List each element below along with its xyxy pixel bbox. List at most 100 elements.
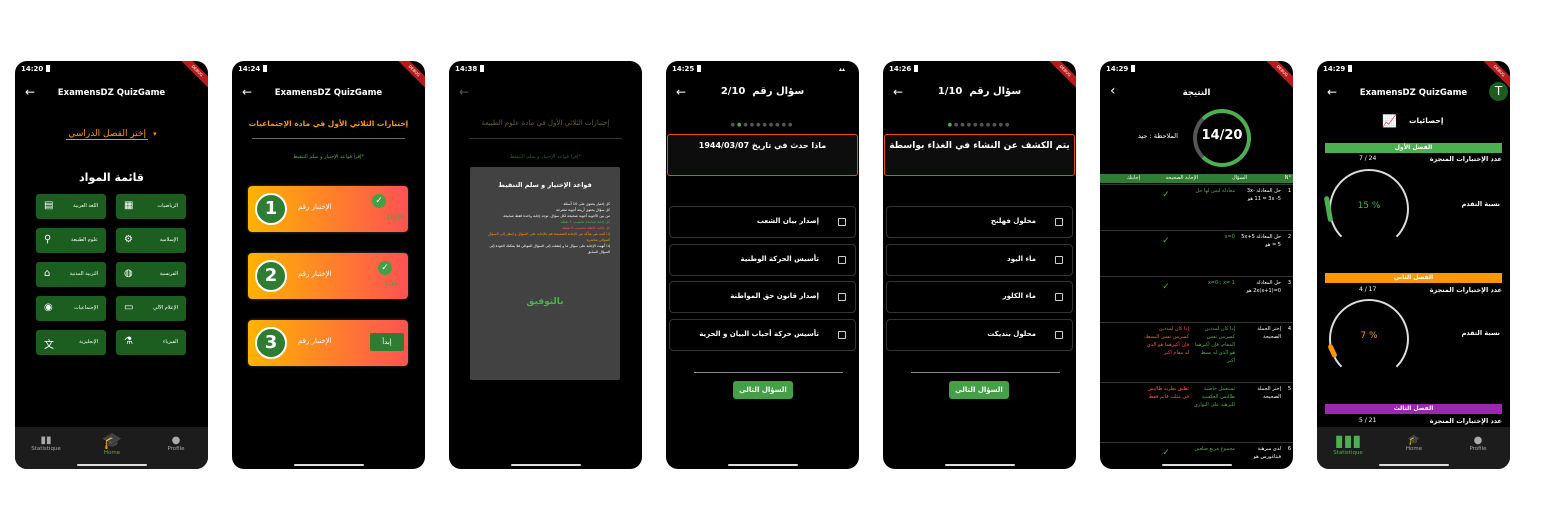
status-bar: 14:26 [889, 65, 919, 73]
nav-statistique[interactable]: ▮▮▮ Statistique [1323, 431, 1373, 456]
subject-label: الرياضيات [157, 203, 178, 209]
subject-button[interactable]: ◍ الفرنسية [116, 262, 186, 287]
remark: الملاحظة : جيد [1138, 132, 1178, 140]
status-time: 14:38 [455, 65, 478, 73]
option-3[interactable]: إصدار قانون حق المواطنة [669, 281, 856, 313]
status-bar: 14:24 [238, 65, 268, 73]
quiz-number: 1 [255, 193, 287, 225]
row-correct: إذا كان لمددين كسريين نفس المقام، فإن أك… [1194, 326, 1235, 364]
nav-profile[interactable]: ● Profile [1453, 435, 1503, 452]
next-question-button[interactable]: السؤال التالي [949, 381, 1009, 399]
subject-button[interactable]: ▭ الإعلام الآلي [116, 296, 186, 321]
row-question: إختر الجملة الصحيحة [1257, 326, 1281, 340]
rules-text: كل إختبار يحتوي على 10 أسئلة كل سؤال يحت… [482, 201, 610, 255]
status-time: 14:24 [238, 65, 261, 73]
row-your-answer: إذا كان لمددين كسريين نفس البسط، فإن أكب… [1143, 326, 1189, 356]
option-label: ماء اليود [1007, 255, 1036, 263]
option-4[interactable]: تأسيس حركة أحباب البيان و الحرية [669, 319, 856, 351]
row-number: 4 [1287, 326, 1291, 332]
checkbox[interactable] [838, 331, 846, 339]
quiz-score: 7/10 [384, 281, 398, 288]
quiz-card-1[interactable]: 1 الإختبار رقم ✓ 10/10 [248, 186, 408, 232]
home-indicator [1161, 464, 1232, 466]
phone-question-1: 14:26 DEBUG ← 1/10 سؤال رقم ●●●●●●●●●● ي… [883, 61, 1076, 469]
option-1[interactable]: محلول فهلنج [886, 206, 1073, 238]
next-question-button[interactable]: السؤال التالي [733, 381, 793, 399]
nav-statistique[interactable]: ▮▮ Statistique [21, 435, 71, 452]
table-row: 1 حل المعادلة 3x-11 = 3x -5 هو معادلة ليس … [1100, 184, 1293, 230]
option-4[interactable]: محلول بنديكت [886, 319, 1073, 351]
section-first: الفصل الأول [1325, 143, 1502, 153]
nav-home[interactable]: 🎓 Home [87, 431, 137, 456]
progress-dots: ●●●●●●●●●● [947, 122, 1012, 128]
subject-label: الفرنسية [159, 271, 178, 277]
subject-button[interactable]: ▦ الرياضيات [116, 194, 186, 219]
nav-label: Home [1405, 446, 1423, 452]
header-question: السؤال [1232, 175, 1247, 181]
option-2[interactable]: ماء اليود [886, 244, 1073, 276]
divider [911, 372, 1060, 373]
table-row: 3 حل المعادلة 2x(x+1)=0 هو x=0 ; x= 1 ✓ [1100, 276, 1293, 322]
subject-button[interactable]: ⌂ التربية المدنية [36, 262, 106, 287]
row-number: 6 [1287, 446, 1291, 452]
checkbox[interactable] [1055, 293, 1063, 301]
back-arrow-icon[interactable]: ← [459, 85, 469, 99]
nav-label: Statistique [31, 446, 61, 452]
quiz-label: الإختبار رقم [298, 203, 332, 211]
avatar[interactable]: T [1489, 82, 1508, 101]
home-indicator [510, 464, 581, 466]
bottom-nav: ▮▮ Statistique 🎓 Home ● Profile [15, 427, 208, 469]
option-1[interactable]: إصدار بيان الشعب [669, 206, 856, 238]
subject-label: التربية المدنية [69, 271, 98, 277]
question-text: ماذا حدث في تاريخ 1944/03/07 [698, 141, 827, 150]
checkbox[interactable] [838, 293, 846, 301]
status-bar: 14:20 [21, 65, 51, 73]
status-time: 14:26 [889, 65, 912, 73]
subject-button[interactable]: ⚙ الإسلامية [116, 228, 186, 253]
checkbox[interactable] [838, 256, 846, 264]
chevron-down-icon: ▾ [153, 130, 157, 138]
checkbox[interactable] [1055, 218, 1063, 226]
check-icon: ✓ [1162, 282, 1170, 292]
subject-button[interactable]: 文 الإنجليزية [36, 330, 106, 355]
table-row: 5 إختر الجملة الصحيحة تستعمل خاصية طاليس ا… [1100, 382, 1293, 442]
nav-home[interactable]: 🎓 Home [1389, 435, 1439, 452]
row-question: حل المعادلة 5x+5 = 5 هو [1241, 234, 1281, 248]
rule-item: إذا كنت غير متأكد من الإجابة الصحيحة قم … [487, 232, 610, 242]
subject-button[interactable]: ▤ اللغة العربية [36, 194, 106, 219]
calculator-icon: ▦ [124, 200, 134, 211]
graduation-cap-icon: 🎓 [102, 431, 122, 450]
start-button[interactable]: إبدأ [370, 333, 404, 351]
results-header: N° السؤال الإجابة الصحيحة إجابتك [1100, 174, 1293, 183]
subject-button[interactable]: ⚲ علوم الطبيعة [36, 228, 106, 253]
check-icon: ✓ [372, 194, 386, 208]
score-value: 14/20 [1201, 128, 1243, 143]
dialog-title: قواعد الإختيار و سلم التنقيط [498, 181, 592, 189]
option-label: محلول فهلنج [990, 217, 1036, 225]
option-label: إصدار بيان الشعب [756, 217, 819, 225]
subject-button[interactable]: ⚗ الفيزياء [116, 330, 186, 355]
question-title: سؤال رقم [752, 86, 805, 97]
checkbox[interactable] [1055, 256, 1063, 264]
building-icon: ⌂ [44, 268, 51, 279]
semester-dropdown[interactable]: إختر الفصل الدراسي ▾ [15, 121, 208, 140]
checkbox[interactable] [838, 218, 846, 226]
subject-button[interactable]: ◉ الإجتماعيات [36, 296, 106, 321]
option-2[interactable]: تأسيس الحركة الوطنية [669, 244, 856, 276]
quiz-card-2[interactable]: 2 الإختبار رقم ✓ 7/10 [248, 253, 408, 299]
question-box: يتم الكشف عن النشاء في الغذاء بواسطة [884, 134, 1075, 176]
table-row: 4 إختر الجملة الصحيحة إذا كان لمددين كسريي… [1100, 322, 1293, 382]
checkbox[interactable] [1055, 331, 1063, 339]
quiz-heading: إختبارات الثلاثي الأول في مادة الإجتماعي… [248, 119, 409, 128]
nav-profile[interactable]: ● Profile [151, 435, 201, 452]
option-3[interactable]: ماء الكلور [886, 281, 1073, 313]
quiz-number: 2 [255, 260, 287, 292]
option-label: تأسيس حركة أحباب البيان و الحرية [699, 330, 819, 338]
divider [694, 372, 843, 373]
quiz-card-3[interactable]: 3 الإختبار رقم إبدأ [248, 320, 408, 366]
semester-select-label[interactable]: إختر الفصل الدراسي [66, 129, 149, 140]
rules-link[interactable]: *إقرأ قواعد الإختيار و سلم التنقيط [232, 154, 425, 160]
quiz-label: الإختبار رقم [298, 337, 332, 345]
done-count: 7 / 24 [1359, 155, 1377, 162]
nav-label: Profile [1469, 446, 1487, 452]
